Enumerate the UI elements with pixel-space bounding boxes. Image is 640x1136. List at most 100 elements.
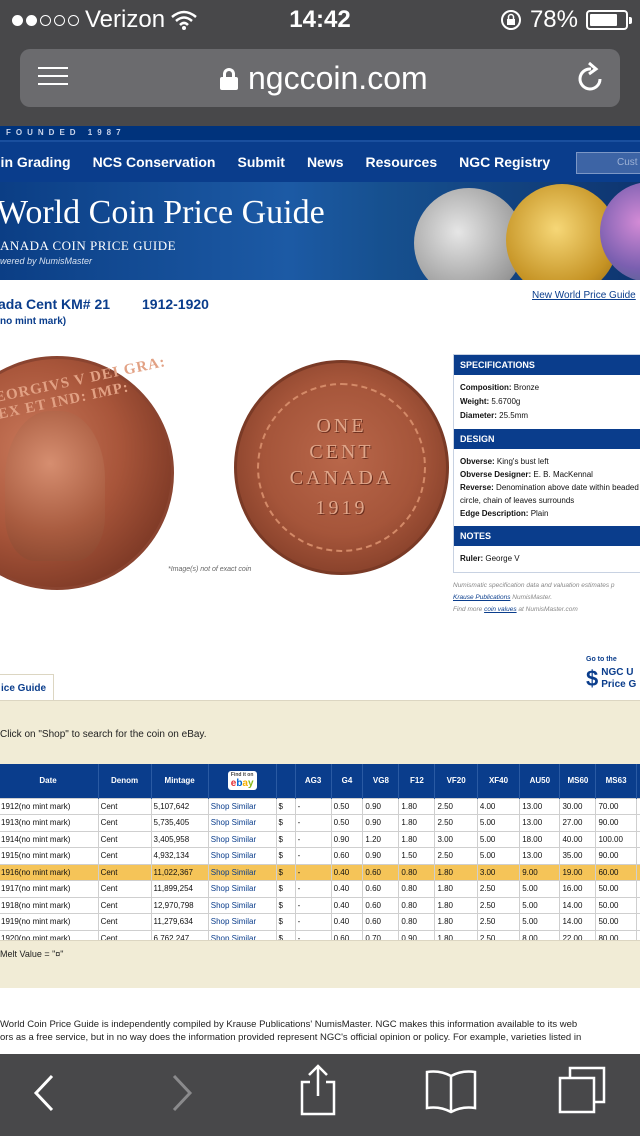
price-table-header: Date Denom Mintage Find it on ebay AG3 G4… xyxy=(0,764,640,798)
cell-date: 1917(no mint mark) xyxy=(0,880,99,898)
reader-menu-icon[interactable] xyxy=(38,67,68,89)
cell-mintage: 11,279,634 xyxy=(150,913,209,931)
url-display[interactable]: ngccoin.com xyxy=(220,60,428,97)
cell-ms60: 40.00 xyxy=(559,830,597,848)
cell-denom: Cent xyxy=(97,847,152,865)
cell-vf20: 1.80 xyxy=(434,880,478,898)
obverse-legend: GEORGIVS V DEI GRA: REX ET IND: IMP: xyxy=(0,354,168,426)
col-date: Date xyxy=(0,764,99,798)
cell-date: 1914(no mint mark) xyxy=(0,830,99,848)
browser-toolbar xyxy=(0,1054,640,1136)
url-text: ngccoin.com xyxy=(248,60,428,96)
cell-vf20: 1.80 xyxy=(434,863,478,881)
specifications-body: Composition: Bronze Weight: 5.6700g Diam… xyxy=(454,375,640,429)
cell-shop[interactable]: Shop Similar xyxy=(207,797,277,815)
col-ms63: MS63 xyxy=(595,764,637,798)
cell-more xyxy=(635,896,640,914)
notes-body: Ruler: George V xyxy=(454,546,640,572)
cell-more xyxy=(635,913,640,931)
nav-ngc-registry[interactable]: NGC Registry xyxy=(459,154,550,170)
specs-foot-line1: Numismatic specification data and valuat… xyxy=(453,582,615,589)
banner-title: World Coin Price Guide xyxy=(0,194,325,231)
diameter-value: 25.5mm xyxy=(499,411,529,420)
cell-mintage: 5,735,405 xyxy=(150,814,209,832)
cell-denom: Cent xyxy=(97,797,152,815)
reload-icon[interactable] xyxy=(576,61,606,101)
coin-obverse-image[interactable]: GEORGIVS V DEI GRA: REX ET IND: IMP: xyxy=(0,354,174,590)
nav-coin-grading[interactable]: oin Grading xyxy=(0,154,71,170)
cell-au50: 18.00 xyxy=(519,830,561,848)
main-nav: oin Grading NCS Conservation Submit News… xyxy=(0,140,640,182)
cell-ms63: 50.00 xyxy=(595,880,637,898)
nav-news[interactable]: News xyxy=(307,154,344,170)
cell-denom: Cent xyxy=(97,896,152,914)
nav-ncs-conservation[interactable]: NCS Conservation xyxy=(93,154,216,170)
status-right: 78% xyxy=(500,6,632,34)
rotation-lock-icon xyxy=(500,10,521,30)
cell-f12: 0.80 xyxy=(398,896,436,914)
cell-g4: 0.90 xyxy=(330,830,364,848)
obverse-designer-value: E. B. MacKennal xyxy=(533,470,593,479)
specs-foot-line3-pre: Find more xyxy=(453,606,485,613)
cell-ms60: 19.00 xyxy=(559,863,597,881)
cell-mintage: 12,970,798 xyxy=(150,896,209,914)
cell-f12: 0.80 xyxy=(398,880,436,898)
cell-au50: 9.00 xyxy=(519,863,561,881)
cell-shop[interactable]: Shop Similar xyxy=(207,847,277,865)
site-search-input[interactable]: Cust xyxy=(576,152,640,174)
specs-footnote: Numismatic specification data and valuat… xyxy=(453,580,640,616)
weight-label: Weight: xyxy=(460,397,490,406)
cell-ms63: 60.00 xyxy=(595,863,637,881)
cell-vg8: 0.90 xyxy=(362,797,400,815)
cell-vg8: 0.60 xyxy=(362,863,400,881)
reverse-date: 1919 xyxy=(315,497,368,519)
nav-submit[interactable]: Submit xyxy=(237,154,284,170)
share-icon[interactable] xyxy=(298,1064,338,1116)
col-f12: F12 xyxy=(398,764,436,798)
col-vf20: VF20 xyxy=(434,764,478,798)
goto-label: Go to the xyxy=(586,656,617,663)
ebay-logo[interactable]: Find it on ebay xyxy=(227,771,257,791)
coin-reverse-image[interactable]: ONE CENT CANADA 1919 xyxy=(234,360,449,575)
cell-g4: 0.50 xyxy=(330,814,364,832)
cell-vg8: 0.60 xyxy=(362,896,400,914)
new-price-guide-link[interactable]: New World Price Guide xyxy=(532,290,636,301)
coin-values-link[interactable]: coin values xyxy=(484,606,517,613)
cell-shop[interactable]: Shop Similar xyxy=(207,880,277,898)
bookmarks-icon[interactable] xyxy=(424,1068,478,1114)
cell-shop[interactable]: Shop Similar xyxy=(207,830,277,848)
tabs-icon[interactable] xyxy=(556,1066,608,1116)
ngc-link-line1: NGC U xyxy=(601,667,634,678)
cell-au50: 5.00 xyxy=(519,880,561,898)
coin-header: ada Cent KM# 21 1912-1920 no mint mark) … xyxy=(0,280,640,330)
disclaimer-line1: World Coin Price Guide is independently … xyxy=(0,1019,578,1030)
tab-price-guide[interactable]: ice Guide xyxy=(0,674,54,700)
cell-vg8: 0.60 xyxy=(362,913,400,931)
col-more: | xyxy=(636,764,640,798)
cell-shop[interactable]: Shop Similar xyxy=(207,814,277,832)
forward-icon[interactable] xyxy=(170,1072,196,1114)
cell-denom: Cent xyxy=(97,913,152,931)
edge-value: Plain xyxy=(530,509,549,518)
nav-resources[interactable]: Resources xyxy=(366,154,438,170)
krause-link[interactable]: Krause Publications xyxy=(453,594,510,601)
cell-currency: $ xyxy=(275,863,296,881)
cell-au50: 13.00 xyxy=(519,847,561,865)
cell-ms60: 35.00 xyxy=(559,847,597,865)
cell-shop[interactable]: Shop Similar xyxy=(207,913,277,931)
address-bar[interactable]: ngccoin.com xyxy=(20,49,620,107)
ngc-price-guide-link[interactable]: $ NGC U Price G xyxy=(586,666,636,692)
obverse-value: King's bust left xyxy=(496,457,549,466)
cell-ms63: 90.00 xyxy=(595,847,637,865)
disclaimer: World Coin Price Guide is independently … xyxy=(0,1018,640,1044)
col-xf40: XF40 xyxy=(477,764,521,798)
design-body: Obverse: King's bust left Obverse Design… xyxy=(454,449,640,526)
cell-shop[interactable]: Shop Similar xyxy=(207,863,277,881)
cell-currency: $ xyxy=(275,830,296,848)
cell-shop[interactable]: Shop Similar xyxy=(207,896,277,914)
cell-au50: 13.00 xyxy=(519,797,561,815)
cell-ms60: 27.00 xyxy=(559,814,597,832)
cell-ag3: - xyxy=(294,863,332,881)
cell-xf40: 2.50 xyxy=(476,896,521,914)
back-icon[interactable] xyxy=(30,1072,56,1114)
